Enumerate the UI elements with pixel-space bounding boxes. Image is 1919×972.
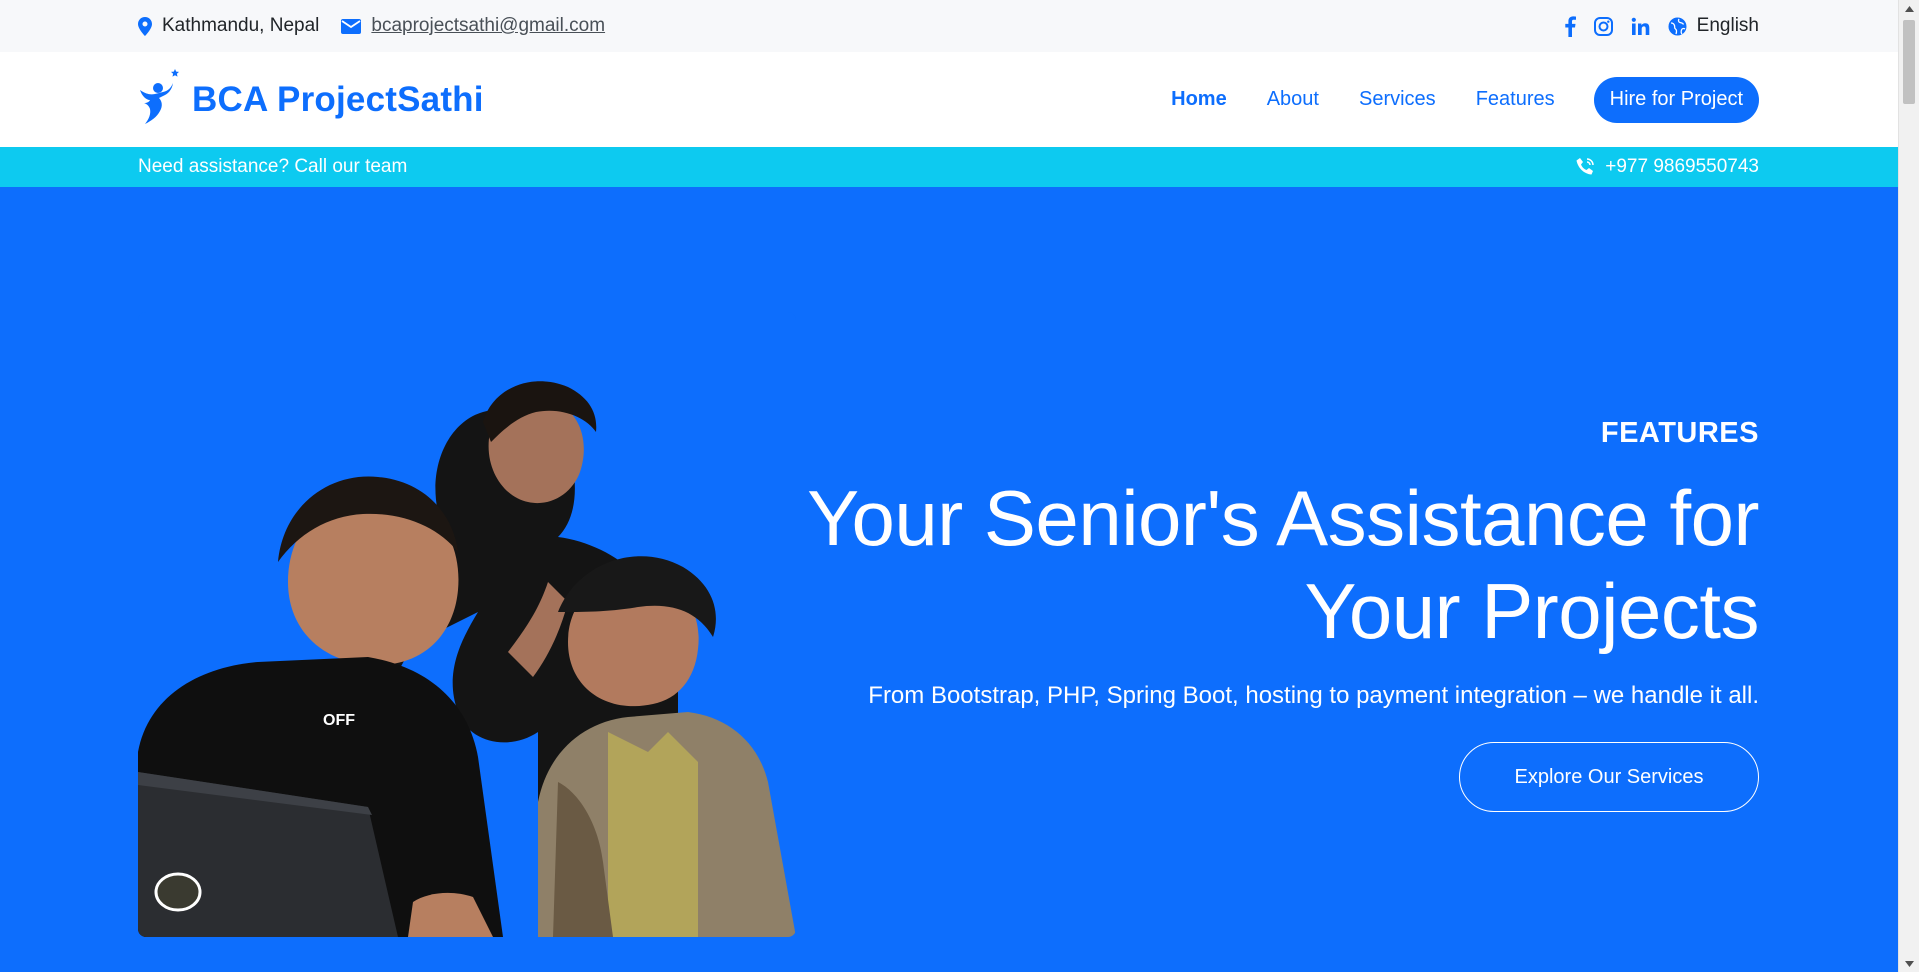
scrollbar-thumb[interactable] <box>1903 20 1915 104</box>
hero-headline: Your Senior's Assistance for Your Projec… <box>799 472 1759 658</box>
explore-services-button[interactable]: Explore Our Services <box>1459 742 1759 812</box>
hire-for-project-button[interactable]: Hire for Project <box>1593 76 1759 123</box>
assistance-text: Need assistance? Call our team <box>138 156 408 177</box>
nav-menu: Home About Services Features Hire for Pr… <box>1131 52 1759 147</box>
location-text: Kathmandu, Nepal <box>162 15 320 36</box>
nav-link-home[interactable]: Home <box>1171 88 1227 111</box>
globe-icon <box>1668 17 1687 36</box>
brand-logo-link[interactable]: BCA ProjectSathi <box>136 66 484 134</box>
phone-number: +977 9869550743 <box>1605 156 1759 177</box>
hero-eyebrow: FEATURES <box>1600 417 1759 449</box>
email-info[interactable]: bcaprojectsathi@gmail.com <box>341 15 605 37</box>
language-label: English <box>1696 15 1759 36</box>
hero-content: FEATURES Your Senior's Assistance for Yo… <box>799 417 1760 812</box>
email-link[interactable]: bcaprojectsathi@gmail.com <box>371 15 605 37</box>
hero-headline-line-1: Your Senior's Assistance for <box>807 474 1759 562</box>
phone-icon <box>1575 157 1595 177</box>
shirt-text: OFF <box>323 712 355 729</box>
scroll-down-arrow-icon[interactable] <box>1899 955 1919 972</box>
location-info: Kathmandu, Nepal <box>138 15 319 37</box>
phone-link[interactable]: +977 9869550743 <box>1575 147 1759 187</box>
nav-link-about[interactable]: About <box>1267 88 1319 111</box>
instagram-icon[interactable] <box>1593 16 1613 36</box>
page: Kathmandu, Nepal bcaprojectsathi@gmail.c… <box>0 0 1898 972</box>
hero-lead: From Bootstrap, PHP, Spring Boot, hostin… <box>868 682 1759 709</box>
brand-name: BCA ProjectSathi <box>192 80 484 119</box>
team-photo: OFF <box>138 312 796 937</box>
facebook-icon[interactable] <box>1564 15 1576 37</box>
map-pin-icon <box>138 16 152 36</box>
nav-link-features[interactable]: Features <box>1476 88 1555 111</box>
hero-section: OFF FEATURES Your Senior's Assistance fo… <box>0 187 1898 972</box>
scroll-up-arrow-icon[interactable] <box>1899 0 1919 17</box>
hero-headline-line-2: Your Projects <box>1304 567 1759 655</box>
nav-link-services[interactable]: Services <box>1359 88 1436 111</box>
envelope-icon <box>341 18 362 34</box>
top-info-bar: Kathmandu, Nepal bcaprojectsathi@gmail.c… <box>0 0 1898 52</box>
vertical-scrollbar[interactable] <box>1898 0 1919 972</box>
assistance-strip: Need assistance? Call our team +977 9869… <box>0 147 1898 187</box>
logo-icon <box>136 68 182 132</box>
language-selector[interactable]: English <box>1668 15 1759 37</box>
linkedin-icon[interactable] <box>1631 17 1650 36</box>
main-navbar: BCA ProjectSathi Home About Services Fea… <box>0 52 1898 147</box>
